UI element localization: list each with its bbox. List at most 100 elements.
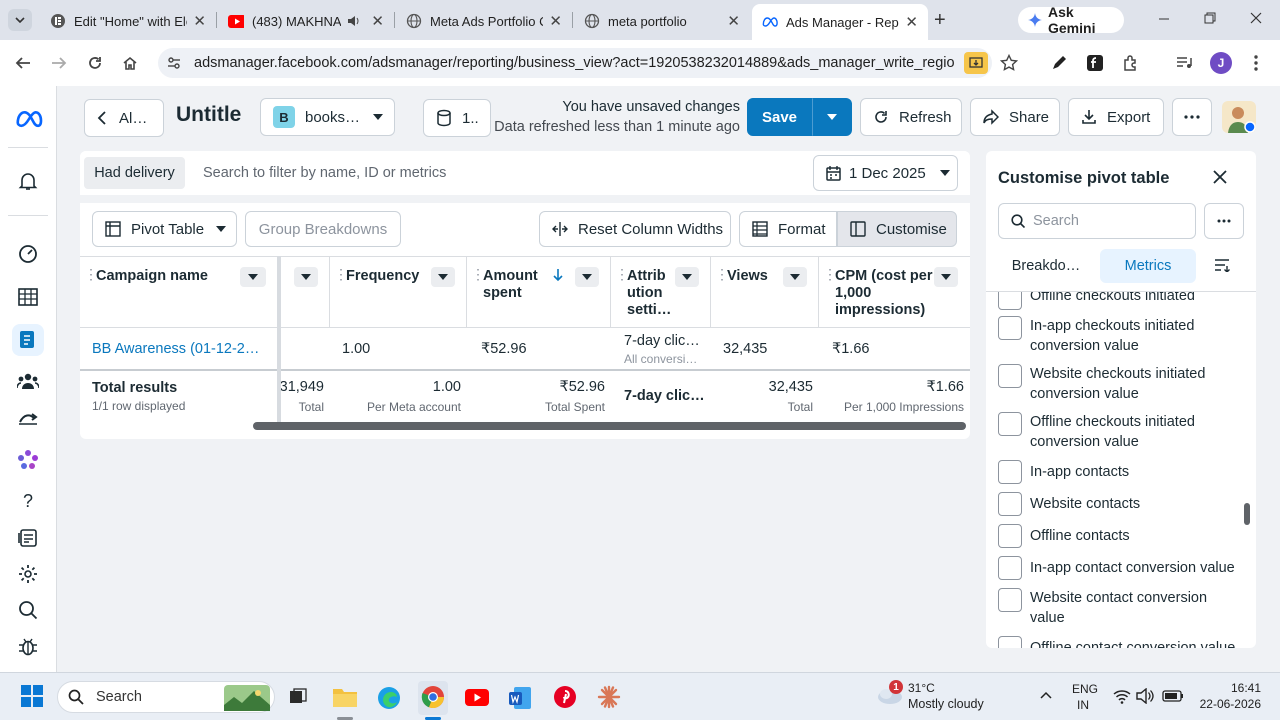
youtube-icon[interactable] — [465, 689, 489, 706]
ads-reporting-icon[interactable] — [16, 406, 40, 430]
browser-menu-icon[interactable] — [1246, 53, 1266, 73]
metric-checkbox[interactable] — [998, 492, 1022, 516]
media-control-icon[interactable] — [1174, 53, 1194, 73]
tab-search-button[interactable] — [8, 9, 32, 31]
browser-tab-youtube[interactable]: (483) MAKHNA ✕ — [218, 6, 394, 36]
hidden-column-menu[interactable] — [294, 267, 318, 287]
minimize-icon[interactable] — [1158, 12, 1170, 24]
sort-descending-icon[interactable] — [552, 268, 564, 282]
metric-checkbox[interactable] — [998, 460, 1022, 484]
window-close-icon[interactable] — [1250, 12, 1262, 24]
metric-checkbox[interactable] — [998, 292, 1022, 310]
close-icon[interactable]: ✕ — [549, 12, 562, 30]
share-button[interactable]: Share — [970, 98, 1060, 136]
chevron-up-icon[interactable] — [1040, 691, 1052, 699]
windows-start-icon[interactable] — [21, 685, 43, 707]
column-header-views[interactable]: Views — [727, 268, 768, 338]
user-avatar[interactable] — [1222, 101, 1256, 133]
weather-temperature[interactable]: 31°C — [908, 681, 935, 695]
browser-tab-meta-portfolio[interactable]: meta portfolio ✕ — [574, 6, 750, 36]
campaign-name-link[interactable]: BB Awareness (01-12-2… — [92, 341, 259, 357]
back-to-reports-button[interactable]: Al… — [84, 99, 164, 137]
settings-gear-icon[interactable] — [16, 562, 40, 586]
language-top[interactable]: ENG — [1072, 682, 1098, 696]
taskbar-search-box[interactable]: Search — [57, 681, 275, 713]
forward-arrow-icon[interactable] — [49, 53, 69, 73]
word-icon[interactable] — [508, 686, 532, 710]
search-icon[interactable] — [16, 598, 40, 622]
close-icon[interactable]: ✕ — [905, 13, 918, 31]
reports-icon[interactable] — [12, 324, 44, 356]
reset-column-widths-button[interactable]: Reset Column Widths — [539, 211, 731, 247]
more-options-button[interactable] — [1172, 98, 1212, 136]
export-button[interactable]: Export — [1068, 98, 1164, 136]
home-icon[interactable] — [120, 53, 140, 73]
close-icon[interactable]: ✕ — [727, 12, 740, 30]
new-tab-button[interactable]: + — [934, 10, 946, 30]
campaign-column-menu[interactable] — [240, 267, 266, 287]
pinterest-icon[interactable] — [553, 685, 577, 709]
pivot-table-selector[interactable]: Pivot Table — [92, 211, 237, 247]
browser-tab-elementor[interactable]: Edit "Home" with Ele ✕ — [40, 6, 216, 36]
restore-icon[interactable] — [1204, 12, 1216, 24]
back-arrow-icon[interactable] — [13, 53, 33, 73]
help-question-icon[interactable]: ? — [16, 489, 40, 513]
attribution-column-menu[interactable] — [675, 267, 699, 287]
close-panel-icon[interactable] — [1213, 170, 1227, 184]
extension-f-icon[interactable] — [1085, 53, 1105, 73]
metric-checkbox[interactable] — [998, 556, 1022, 580]
site-settings-icon[interactable] — [166, 55, 182, 71]
metric-checkbox[interactable] — [998, 636, 1022, 648]
reload-icon[interactable] — [85, 53, 105, 73]
edge-browser-icon[interactable] — [377, 686, 401, 710]
cpm-column-menu[interactable] — [934, 267, 958, 287]
install-app-icon[interactable] — [964, 52, 988, 74]
ask-gemini-button[interactable]: Ask Gemini — [1018, 4, 1124, 36]
filter-search-input[interactable]: Search to filter by name, ID or metrics — [203, 165, 446, 181]
clock-time[interactable]: 16:41 — [1196, 681, 1261, 695]
pen-extension-icon[interactable] — [1049, 53, 1069, 73]
bookmark-star-icon[interactable] — [999, 53, 1019, 73]
profile-avatar[interactable]: J — [1210, 52, 1232, 74]
save-button[interactable]: Save — [747, 98, 812, 136]
format-button[interactable]: Format — [739, 211, 837, 247]
panel-more-button[interactable] — [1204, 203, 1244, 239]
data-source-button[interactable]: 1.. — [423, 99, 491, 137]
wifi-icon[interactable] — [1113, 688, 1131, 704]
date-range-picker[interactable]: 1 Dec 2025 — [813, 155, 958, 191]
speaker-icon[interactable] — [345, 13, 361, 29]
browser-tab-meta-ads-portfolio[interactable]: Meta Ads Portfolio C ✕ — [396, 6, 572, 36]
file-explorer-icon[interactable] — [332, 686, 358, 708]
column-header-cpm-line3[interactable]: impressions) — [835, 302, 925, 372]
address-bar[interactable]: adsmanager.facebook.com/adsmanager/repor… — [158, 48, 992, 78]
views-column-menu[interactable] — [783, 267, 807, 287]
claude-app-icon[interactable] — [597, 685, 621, 709]
metric-checkbox[interactable] — [998, 316, 1022, 340]
close-icon[interactable]: ✕ — [371, 12, 384, 30]
metrics-search-input[interactable]: Search — [998, 203, 1196, 239]
clock-date[interactable]: 22-06-2026 — [1190, 697, 1261, 711]
group-breakdowns-button[interactable]: Group Breakdowns — [245, 211, 401, 247]
creative-hub-icon[interactable] — [16, 448, 40, 472]
weather-description[interactable]: Mostly cloudy — [908, 697, 984, 711]
ad-account-selector[interactable]: B books… — [260, 98, 395, 136]
report-title[interactable]: Untitle — [176, 103, 246, 127]
tab-metrics[interactable]: Metrics — [1100, 249, 1196, 283]
metric-checkbox[interactable] — [998, 524, 1022, 548]
metric-checkbox[interactable] — [998, 412, 1022, 436]
volume-icon[interactable] — [1136, 688, 1154, 704]
campaigns-grid-icon[interactable] — [16, 285, 40, 309]
chrome-icon[interactable] — [421, 685, 445, 709]
browser-tab-ads-manager[interactable]: Ads Manager - Repo ✕ — [752, 4, 928, 40]
metric-checkbox[interactable] — [998, 588, 1022, 612]
amount-column-menu[interactable] — [575, 267, 599, 287]
dashboard-gauge-icon[interactable] — [16, 242, 40, 266]
report-bug-icon[interactable] — [16, 635, 40, 659]
meta-logo-icon[interactable] — [14, 107, 44, 131]
metric-checkbox[interactable] — [998, 364, 1022, 388]
save-options-button[interactable] — [812, 98, 852, 136]
close-icon[interactable]: ✕ — [193, 12, 206, 30]
horizontal-scrollbar[interactable] — [253, 422, 966, 430]
column-header-frequency[interactable]: Frequency — [346, 268, 419, 338]
language-bottom[interactable]: IN — [1077, 698, 1089, 712]
